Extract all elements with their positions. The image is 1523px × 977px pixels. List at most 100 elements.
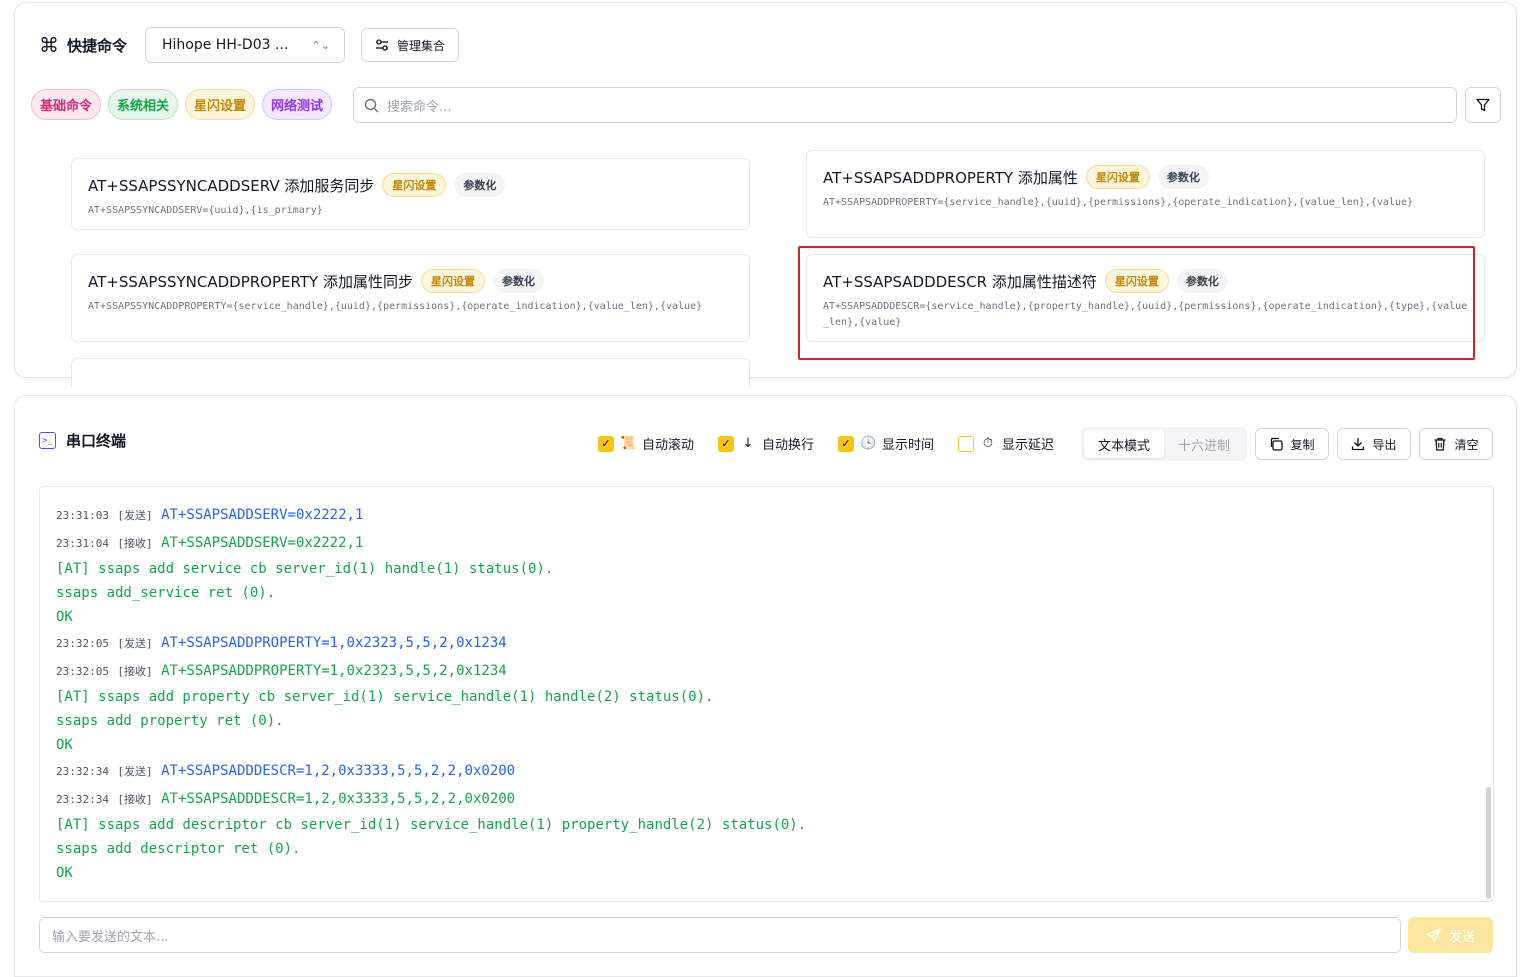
command-card[interactable]: AT+SSAPSSYNCADDPROPERTY 添加属性同步 星闪设置 参数化 …: [71, 254, 750, 342]
filter-icon: [1476, 98, 1490, 112]
send-text-input[interactable]: 输入要发送的文本...: [39, 917, 1401, 953]
show-delay-label: 显示延迟: [1002, 438, 1055, 453]
card-param-badge: 参数化: [1157, 165, 1209, 189]
command-card-partial[interactable]: [71, 358, 750, 387]
search-icon: [364, 98, 379, 112]
download-icon: [1352, 438, 1365, 451]
manage-collection-label: 管理集合: [396, 38, 445, 53]
card-syntax: AT+SSAPSADDPROPERTY={service_handle},{uu…: [823, 197, 1414, 208]
sliders-icon: [375, 39, 388, 51]
command-card[interactable]: AT+SSAPSADDPROPERTY 添加属性 星闪设置 参数化 AT+SSA…: [806, 150, 1485, 238]
quick-commands-panel: ⌘ 快捷命令 Hihope HH-D03 ... ⌃⌄ 管理集合 基础命令 系统…: [14, 2, 1517, 387]
copy-label: 复制: [1290, 437, 1315, 452]
clock-icon: 🕓: [860, 436, 877, 451]
log-message: AT+SSAPSADDSERV=0x2222,1: [161, 535, 364, 551]
show-time-checkbox[interactable]: ✓: [838, 435, 854, 452]
log-output-line: ssaps add descriptor ret (0).: [56, 841, 301, 857]
terminal-header: >_ 串口终端: [39, 430, 126, 451]
show-delay-option[interactable]: ⏱ 显示延迟: [958, 434, 1054, 453]
card-title: AT+SSAPSSYNCADDSERV 添加服务同步: [88, 176, 375, 195]
card-category-badge: 星闪设置: [1104, 269, 1169, 293]
send-button[interactable]: 发送: [1408, 917, 1493, 953]
hex-mode-button[interactable]: 十六进制: [1164, 430, 1244, 458]
device-select-value: Hihope HH-D03 ...: [162, 37, 289, 53]
auto-scroll-checkbox[interactable]: ✓: [598, 435, 614, 452]
scroll-icon: 📜: [620, 436, 637, 451]
trash-icon: [1434, 437, 1446, 451]
log-scrollbar[interactable]: [1486, 787, 1491, 899]
auto-scroll-option[interactable]: ✓ 📜 自动滚动: [598, 434, 694, 453]
card-param-badge: 参数化: [1176, 269, 1228, 293]
log-timestamp: 23:32:34: [56, 765, 109, 778]
card-title: AT+SSAPSADDPROPERTY 添加属性: [823, 168, 1078, 187]
quick-commands-title: 快捷命令: [67, 36, 128, 55]
log-direction-tag: [接收]: [117, 793, 153, 806]
terminal-log[interactable]: 23:31:03 [发送] AT+SSAPSADDSERV=0x2222,1 23…: [39, 486, 1494, 902]
log-output-line: OK: [56, 737, 73, 753]
log-timestamp: 23:32:05: [56, 665, 109, 678]
card-param-badge: 参数化: [492, 269, 544, 293]
log-message: AT+SSAPSADDSERV=0x2222,1: [161, 507, 364, 523]
log-message: AT+SSAPSADDPROPERTY=1,0x2323,5,5,2,0x123…: [161, 663, 507, 679]
log-entry: 23:31:03 [发送] AT+SSAPSADDSERV=0x2222,1: [56, 501, 1477, 529]
log-timestamp: 23:31:04: [56, 537, 109, 550]
show-time-option[interactable]: ✓ 🕓 显示时间: [838, 434, 934, 453]
export-button[interactable]: 导出: [1337, 428, 1411, 460]
card-category-badge: 星闪设置: [382, 173, 447, 197]
log-timestamp: 23:32:34: [56, 793, 109, 806]
log-output-line: OK: [56, 609, 73, 625]
card-title: AT+SSAPSSYNCADDPROPERTY 添加属性同步: [88, 272, 413, 291]
card-syntax: AT+SSAPSSYNCADDSERV={uuid},{is_primary}: [88, 205, 323, 216]
chevron-up-down-icon: ⌃⌄: [311, 38, 330, 52]
log-entry: 23:31:04 [接收] AT+SSAPSADDSERV=0x2222,1: [56, 529, 1477, 557]
copy-button[interactable]: 复制: [1255, 428, 1329, 460]
log-output-line: [AT] ssaps add descriptor cb server_id(1…: [56, 817, 807, 833]
category-tags: 基础命令 系统相关 星闪设置 网络测试: [31, 89, 333, 120]
command-search-input[interactable]: 搜索命令...: [353, 87, 1457, 123]
log-entry: 23:32:05 [发送] AT+SSAPSADDPROPERTY=1,0x23…: [56, 629, 1477, 657]
copy-icon: [1271, 437, 1284, 451]
tag-basic[interactable]: 基础命令: [31, 89, 102, 120]
command-card[interactable]: AT+SSAPSSYNCADDSERV 添加服务同步 星闪设置 参数化 AT+S…: [71, 158, 750, 230]
command-key-icon: ⌘: [39, 33, 59, 57]
device-select[interactable]: Hihope HH-D03 ... ⌃⌄: [145, 27, 345, 63]
show-delay-checkbox[interactable]: [958, 435, 974, 452]
timer-icon: ⏱: [982, 436, 994, 451]
auto-scroll-label: 自动滚动: [642, 438, 695, 453]
auto-wrap-checkbox[interactable]: ✓: [718, 435, 734, 452]
log-output-line: [AT] ssaps add property cb server_id(1) …: [56, 689, 714, 705]
log-timestamp: 23:31:03: [56, 509, 109, 522]
log-output-line: OK: [56, 865, 73, 881]
log-entry: 23:32:34 [接收] AT+SSAPSADDDESCR=1,2,0x333…: [56, 785, 1477, 813]
search-placeholder: 搜索命令...: [387, 99, 452, 115]
card-title: AT+SSAPSADDDESCR 添加属性描述符: [823, 272, 1097, 291]
log-direction-tag: [发送]: [117, 637, 153, 650]
tag-network[interactable]: 网络测试: [262, 89, 333, 120]
auto-wrap-label: 自动换行: [762, 438, 815, 453]
quick-commands-header: ⌘ 快捷命令: [39, 27, 127, 63]
command-card[interactable]: AT+SSAPSADDDESCR 添加属性描述符 星闪设置 参数化 AT+SSA…: [806, 254, 1485, 342]
log-message: AT+SSAPSADDDESCR=1,2,0x3333,5,5,2,2,0x02…: [161, 763, 516, 779]
card-syntax: AT+SSAPSSYNCADDPROPERTY={service_handle}…: [88, 301, 703, 312]
filter-button[interactable]: [1465, 87, 1501, 123]
send-icon: [1426, 927, 1441, 943]
serial-terminal-panel: >_ 串口终端 ✓ 📜 自动滚动 ✓ ↓ 自动换行 ✓ 🕓 显示时间 ⏱ 显示延…: [14, 395, 1517, 977]
log-direction-tag: [接收]: [117, 665, 153, 678]
log-timestamp: 23:32:05: [56, 637, 109, 650]
tag-nearlink[interactable]: 星闪设置: [185, 89, 256, 120]
log-message: AT+SSAPSADDDESCR=1,2,0x3333,5,5,2,2,0x02…: [161, 791, 516, 807]
log-output-line: [AT] ssaps add service cb server_id(1) h…: [56, 561, 554, 577]
log-entry: 23:32:34 [发送] AT+SSAPSADDDESCR=1,2,0x333…: [56, 757, 1477, 785]
auto-wrap-option[interactable]: ✓ ↓ 自动换行: [718, 434, 814, 453]
send-label: 发送: [1448, 929, 1475, 945]
log-output-line: ssaps add_service ret (0).: [56, 585, 276, 601]
tag-system[interactable]: 系统相关: [108, 89, 179, 120]
clear-button[interactable]: 清空: [1419, 428, 1493, 460]
display-mode-toggle: 文本模式 十六进制: [1081, 427, 1247, 461]
log-output-line: ssaps add property ret (0).: [56, 713, 284, 729]
card-category-badge: 星闪设置: [420, 269, 485, 293]
manage-collection-button[interactable]: 管理集合: [361, 28, 459, 62]
text-mode-button[interactable]: 文本模式: [1084, 430, 1164, 458]
card-category-badge: 星闪设置: [1085, 165, 1150, 189]
log-message: AT+SSAPSADDPROPERTY=1,0x2323,5,5,2,0x123…: [161, 635, 507, 651]
